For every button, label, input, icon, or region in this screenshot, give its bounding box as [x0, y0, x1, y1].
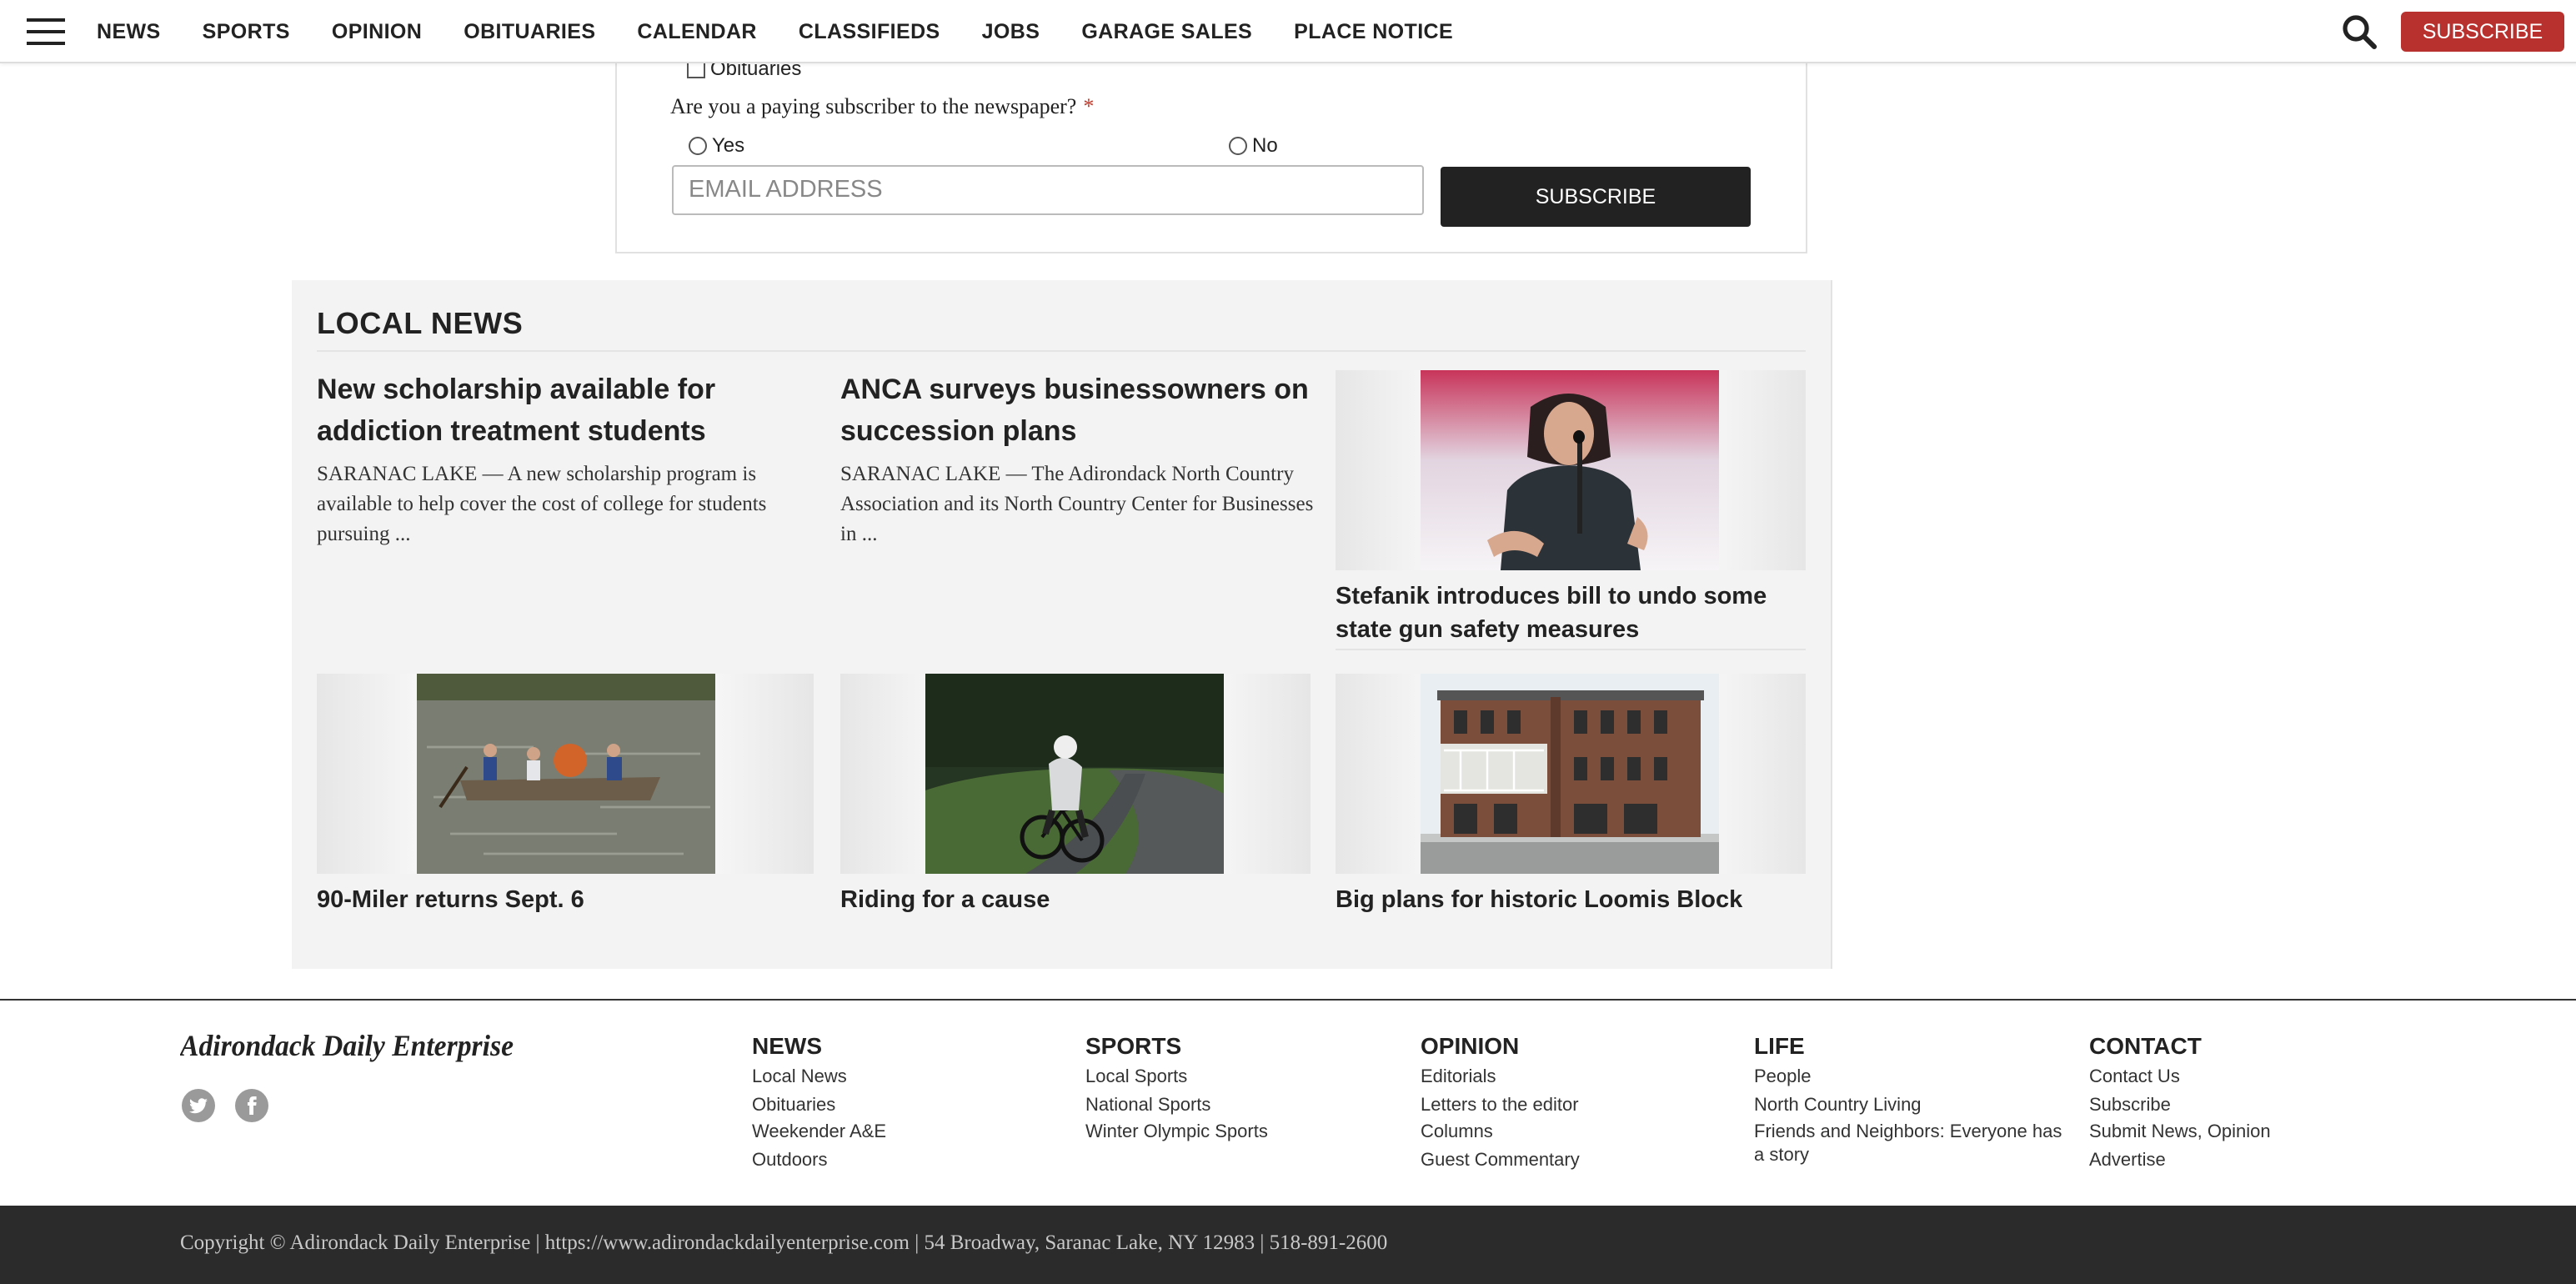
subscribe-button[interactable]: SUBSCRIBE: [2401, 12, 2564, 52]
required-marker: *: [1083, 93, 1095, 118]
footer-link[interactable]: Local Sports: [1085, 1064, 1386, 1091]
loomis-block-photo[interactable]: [1336, 674, 1806, 874]
nav-item-calendar[interactable]: CALENDAR: [637, 19, 757, 43]
footer-link[interactable]: Columns: [1421, 1119, 1721, 1146]
footer-link[interactable]: Submit News, Opinion: [2089, 1119, 2389, 1146]
footer-heading[interactable]: CONTACT: [2089, 1032, 2389, 1059]
footer-column-life: LIFE People North Country Living Friends…: [1754, 1032, 2071, 1167]
footer-link[interactable]: Contact Us: [2089, 1064, 2389, 1091]
nav-item-jobs[interactable]: JOBS: [982, 19, 1040, 43]
hamburger-menu-icon[interactable]: [27, 18, 65, 45]
copyright-text: Copyright © Adirondack Daily Enterprise …: [180, 1231, 1388, 1254]
radio-yes-label: Yes: [712, 133, 745, 157]
local-news-section: LOCAL NEWS New scholarship available for…: [292, 280, 1831, 969]
radio-no[interactable]: [1229, 136, 1247, 154]
footer-link[interactable]: Letters to the editor: [1421, 1091, 1721, 1119]
subscriber-question: Are you a paying subscriber to the newsp…: [670, 93, 1094, 120]
cyclist-photo[interactable]: [840, 674, 1311, 874]
twitter-icon[interactable]: [182, 1089, 215, 1122]
footer-heading[interactable]: LIFE: [1754, 1032, 2071, 1059]
footer-heading[interactable]: SPORTS: [1085, 1032, 1386, 1059]
footer-column-contact: CONTACT Contact Us Subscribe Submit News…: [2089, 1032, 2389, 1174]
divider: [1336, 649, 1806, 650]
footer-link[interactable]: People: [1754, 1064, 2071, 1091]
story-headline[interactable]: Big plans for historic Loomis Block: [1336, 884, 1806, 917]
cyclist-photo-image: [925, 674, 1224, 874]
section-title: LOCAL NEWS: [317, 307, 524, 340]
nav-item-place-notice[interactable]: PLACE NOTICE: [1294, 19, 1453, 43]
footer-link[interactable]: Weekender A&E: [752, 1119, 1052, 1146]
radio-yes[interactable]: [689, 136, 707, 154]
footer-column-opinion: OPINION Editorials Letters to the editor…: [1421, 1032, 1721, 1174]
footer-link[interactable]: Obituaries: [752, 1091, 1052, 1119]
footer-link[interactable]: Local News: [752, 1064, 1052, 1091]
nav-item-obituaries[interactable]: OBITUARIES: [464, 19, 595, 43]
story-summary: SARANAC LAKE — The Adirondack North Coun…: [840, 462, 1314, 545]
nav-item-classifieds[interactable]: CLASSIFIEDS: [799, 19, 940, 43]
top-navigation-bar: NEWS SPORTS OPINION OBITUARIES CALENDAR …: [0, 0, 2576, 63]
footer-link[interactable]: North Country Living: [1754, 1091, 2071, 1119]
nav-item-news[interactable]: NEWS: [97, 19, 161, 43]
radio-no-label: No: [1252, 133, 1278, 157]
site-footer: Adirondack Daily Enterprise NEWS Local N…: [0, 999, 2576, 1207]
nav-item-opinion[interactable]: OPINION: [332, 19, 422, 43]
story-headline[interactable]: 90-Miler returns Sept. 6: [317, 884, 814, 917]
footer-heading[interactable]: OPINION: [1421, 1032, 1721, 1059]
footer-heading[interactable]: NEWS: [752, 1032, 1052, 1059]
footer-link[interactable]: National Sports: [1085, 1091, 1386, 1119]
copyright-bar: Copyright © Adirondack Daily Enterprise …: [0, 1206, 2576, 1284]
story-headline[interactable]: ANCA surveys businessowners on successio…: [840, 370, 1324, 452]
footer-link[interactable]: Guest Commentary: [1421, 1146, 1721, 1174]
story-headline[interactable]: New scholarship available for addiction …: [317, 370, 800, 452]
facebook-icon[interactable]: [235, 1089, 268, 1122]
subscriber-question-text: Are you a paying subscriber to the newsp…: [670, 93, 1077, 118]
radio-yes-option[interactable]: Yes: [689, 133, 744, 157]
newsletter-subscribe-button[interactable]: SUBSCRIBE: [1441, 167, 1751, 227]
footer-link[interactable]: Subscribe: [2089, 1091, 2389, 1119]
nav-item-garage-sales[interactable]: GARAGE SALES: [1081, 19, 1252, 43]
stefanik-photo-image: [1421, 370, 1719, 570]
footer-link[interactable]: Outdoors: [752, 1146, 1052, 1174]
search-icon[interactable]: [2341, 13, 2378, 50]
footer-link[interactable]: Advertise: [2089, 1146, 2389, 1174]
stefanik-photo[interactable]: [1336, 370, 1806, 570]
divider: [317, 350, 1806, 352]
site-logo-text: Adirondack Daily Enterprise: [180, 1029, 514, 1062]
canoe-race-photo[interactable]: [317, 674, 814, 874]
right-rail: [1831, 280, 2303, 969]
loomis-block-photo-image: [1421, 674, 1719, 874]
footer-link[interactable]: Friends and Neighbors: Everyone has a st…: [1754, 1119, 2071, 1167]
nav-item-sports[interactable]: SPORTS: [203, 19, 290, 43]
story-headline[interactable]: Stefanik introduces bill to undo some st…: [1336, 580, 1806, 647]
footer-column-sports: SPORTS Local Sports National Sports Wint…: [1085, 1032, 1386, 1146]
footer-column-news: NEWS Local News Obituaries Weekender A&E…: [752, 1032, 1052, 1174]
radio-no-option[interactable]: No: [1229, 133, 1278, 157]
main-nav: NEWS SPORTS OPINION OBITUARIES CALENDAR …: [97, 0, 1495, 62]
canoe-race-photo-image: [417, 674, 715, 874]
footer-link[interactable]: Editorials: [1421, 1064, 1721, 1091]
footer-link[interactable]: Winter Olympic Sports: [1085, 1119, 1386, 1146]
story-headline[interactable]: Riding for a cause: [840, 884, 1311, 917]
site-logo[interactable]: Adirondack Daily Enterprise: [178, 1026, 517, 1066]
story-summary: SARANAC LAKE — A new scholarship program…: [317, 462, 767, 545]
email-address-input[interactable]: EMAIL ADDRESS: [672, 165, 1424, 215]
